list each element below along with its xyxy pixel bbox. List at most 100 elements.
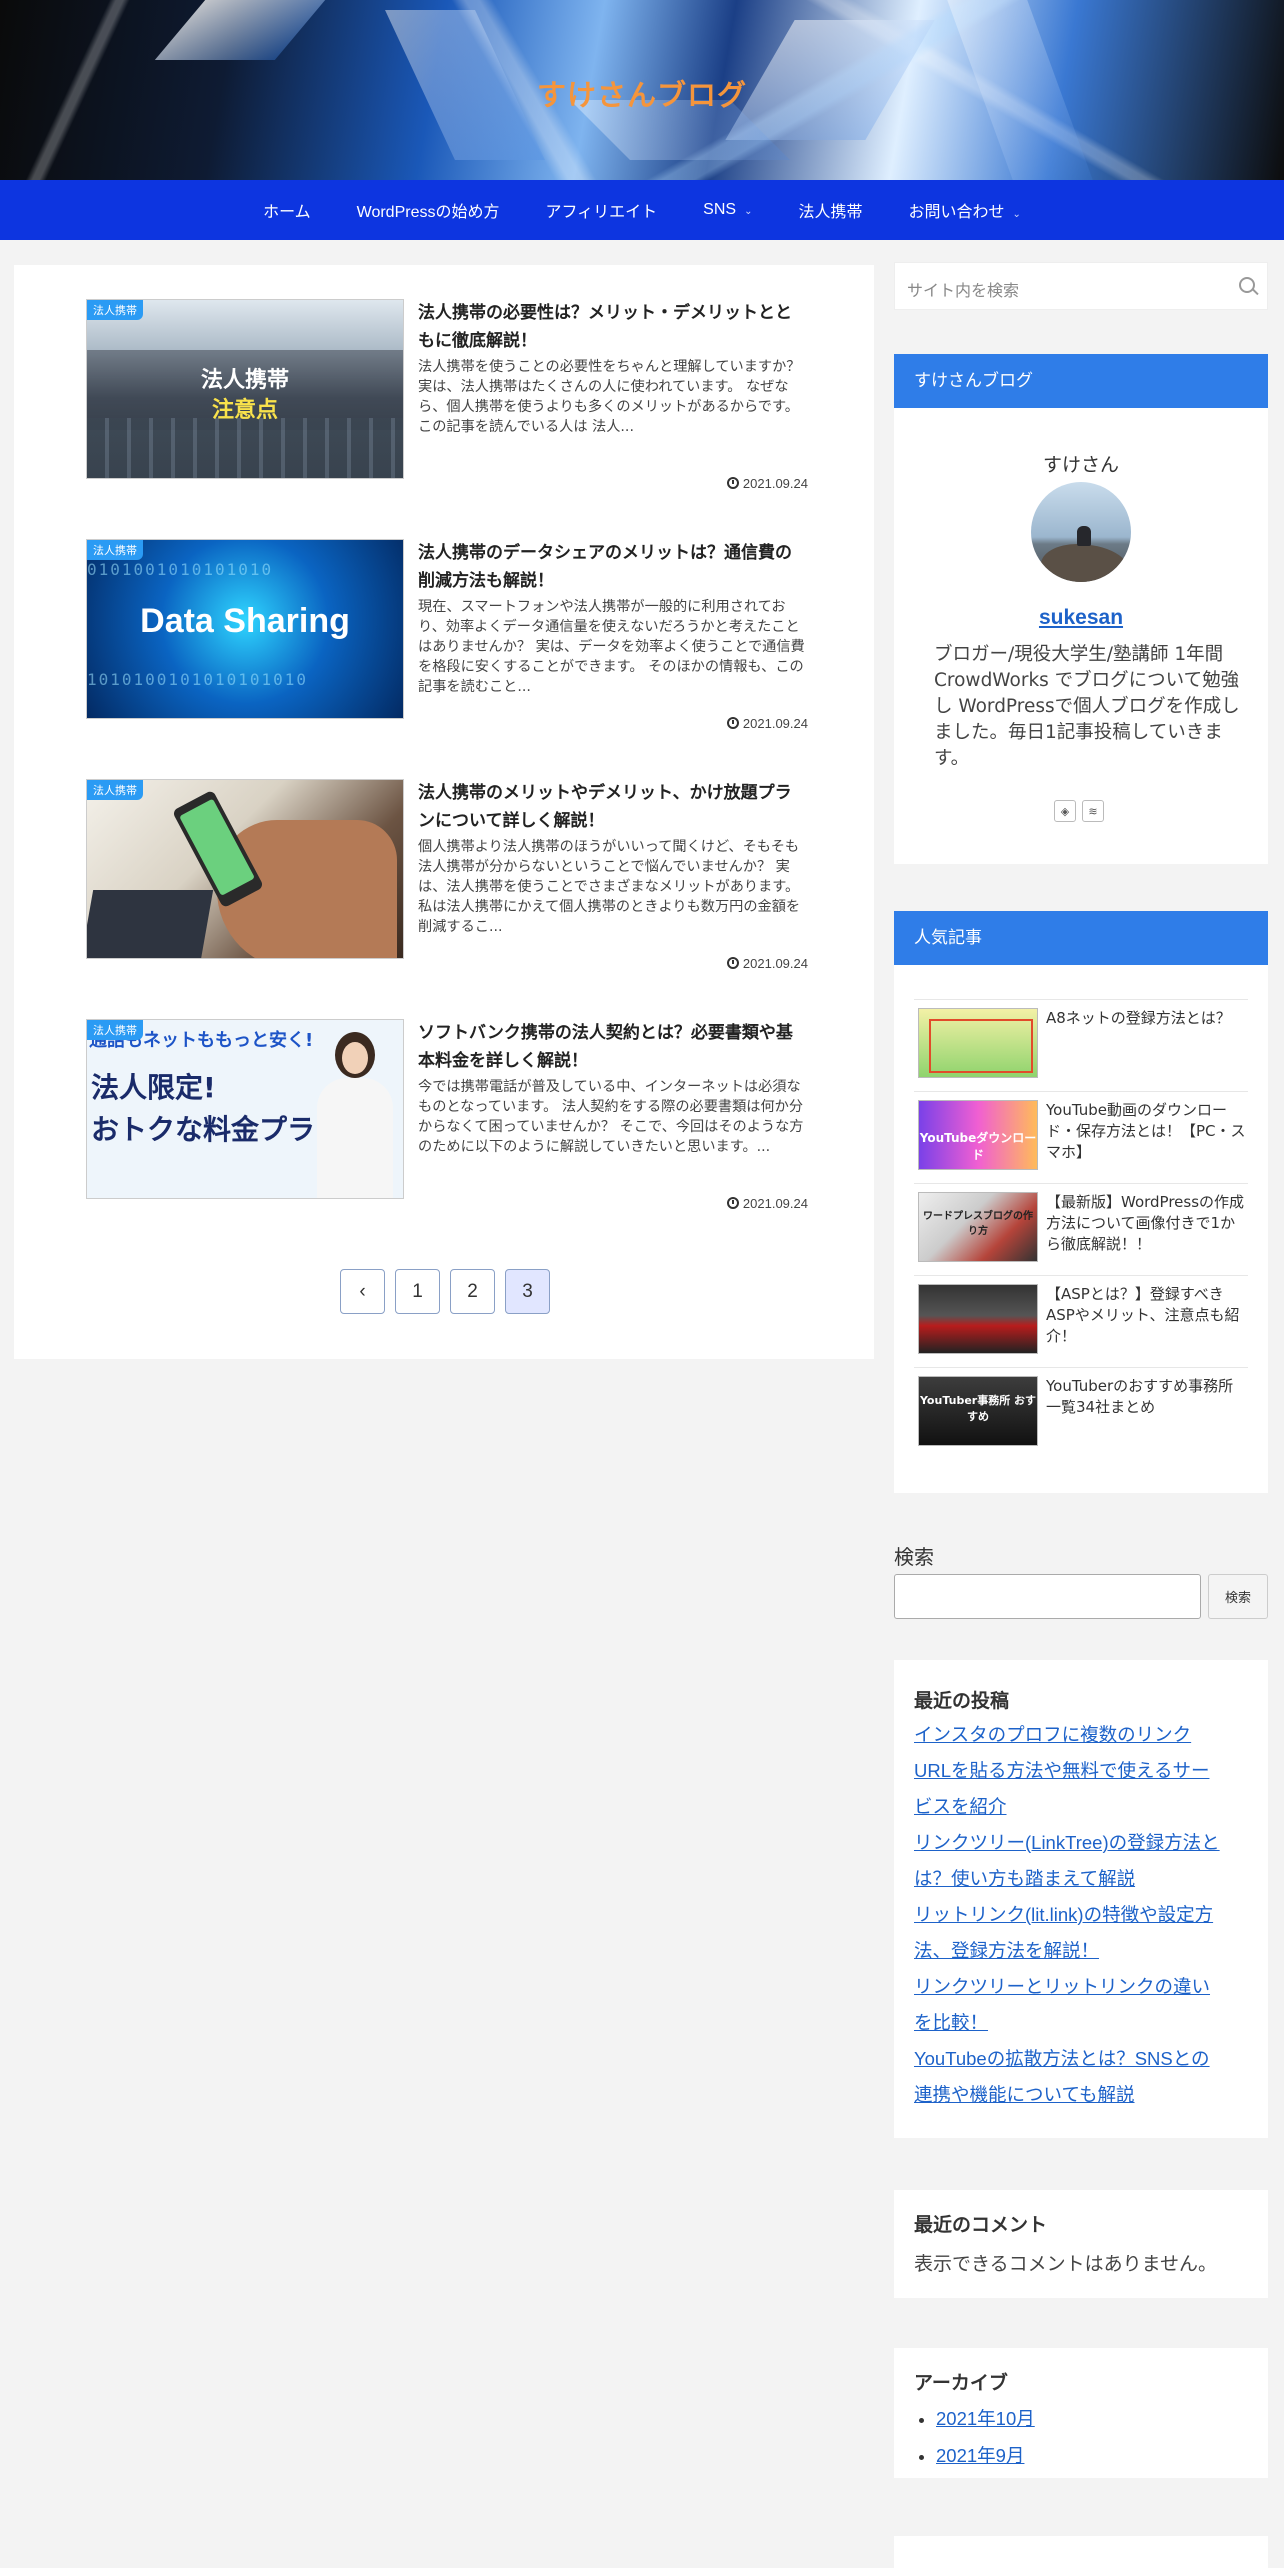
archive-item: 2021年10月 (936, 2401, 1248, 2438)
archive-link[interactable]: 2021年10月 (936, 2408, 1035, 2429)
recent-posts-widget: 最近の投稿 インスタのプロフに複数のリンク URLを貼る方法や無料で使えるサー … (894, 1660, 1268, 2138)
recent-post-link[interactable]: リットリンク(lit.link)の特徴や設定方 (914, 1897, 1248, 1933)
author-link[interactable]: sukesan (894, 606, 1268, 630)
rss-icon[interactable]: ≋ (1082, 800, 1104, 822)
widget-heading: 人気記事 (894, 911, 1268, 965)
nav-item-label: アフィリエイト (545, 204, 658, 221)
article-thumbnail[interactable]: 通話もネットももっと安く! 法人限定! おトクな料金プラン!! 法人携帯 (86, 1019, 404, 1199)
pagination-prev-button[interactable]: ‹ (340, 1269, 385, 1314)
recent-post-link[interactable]: リンクツリーとリットリンクの違い (914, 1969, 1248, 2005)
profile-widget: すけさんブログ すけさん sukesan ブロガー/現役大学生/塾講師 1年間C… (894, 354, 1268, 864)
popular-post-title[interactable]: A8ネットの登録方法とは？ (1046, 1008, 1246, 1029)
recent-post-link[interactable]: URLを貼る方法や無料で使えるサー (914, 1753, 1248, 1789)
recent-post-link[interactable]: は？使い方も踏まえて解説 (914, 1861, 1248, 1897)
nav-item-label: お問い合わせ (908, 204, 1005, 221)
sidebar-search-input[interactable]: サイト内を検索 (894, 262, 1268, 310)
popular-post-item[interactable]: YouTuber事務所 おすすめ YouTuberのおすすめ事務所一覧34社まと… (914, 1367, 1248, 1459)
article-list: 法人携帯 注意点 法人携帯 法人携帯の必要性は？メリット・デメリットとともに徹底… (14, 265, 874, 1359)
thumbnail-text: 法人限定! (91, 1071, 216, 1104)
article-title[interactable]: ソフトバンク携帯の法人契約とは？必要書類や基本料金を詳しく解説！ (418, 1019, 808, 1075)
search-input[interactable] (894, 1574, 1201, 1619)
article-thumbnail[interactable]: 法人携帯 (86, 779, 404, 959)
site-title[interactable]: すけさんブログ (0, 72, 1284, 114)
site-header: すけさんブログ (0, 0, 1284, 180)
popular-post-title[interactable]: YouTube動画のダウンロード・保存方法とは！【PC・スマホ】 (1046, 1100, 1246, 1163)
feedly-icon[interactable]: ◈ (1054, 800, 1076, 822)
nav-item-corporate-phone[interactable]: 法人携帯 (775, 198, 885, 222)
popular-post-thumbnail (918, 1008, 1038, 1078)
popular-post-item[interactable]: ワードプレスブログの作り方 【最新版】WordPressの作成方法について画像付… (914, 1183, 1248, 1275)
recent-post-link[interactable]: YouTubeの拡散方法とは？SNSとの (914, 2041, 1248, 2077)
recent-post-link[interactable]: 法、登録方法を解説！ (914, 1933, 1248, 1969)
article-card[interactable]: 0101001010101010 1010100101010101010 Dat… (86, 539, 816, 739)
article-thumbnail[interactable]: 法人携帯 注意点 法人携帯 (86, 299, 404, 479)
recent-post-link[interactable]: リンクツリー(LinkTree)の登録方法と (914, 1825, 1248, 1861)
popular-post-title[interactable]: YouTuberのおすすめ事務所一覧34社まとめ (1046, 1376, 1246, 1418)
recent-post-link[interactable]: を比較！ (914, 2005, 1248, 2041)
archives-widget: アーカイブ 2021年10月 2021年9月 (894, 2348, 1268, 2478)
article-card[interactable]: 法人携帯 法人携帯のメリットやデメリット、かけ放題プランについて詳しく解説！ 個… (86, 779, 816, 979)
popular-post-item[interactable]: YouTubeダウンロード YouTube動画のダウンロード・保存方法とは！【P… (914, 1091, 1248, 1183)
clock-icon (726, 477, 739, 489)
recent-post-link[interactable]: インスタのプロフに複数のリンク (914, 1717, 1248, 1753)
author-bio: ブロガー/現役大学生/塾講師 1年間CrowdWorks でブログについて勉強し… (934, 644, 1240, 769)
nav-item-label: WordPressの始め方 (356, 204, 500, 221)
category-badge: 法人携帯 (87, 540, 143, 560)
category-badge: 法人携帯 (87, 1020, 143, 1040)
pagination-page-2[interactable]: 2 (450, 1269, 495, 1314)
popular-post-thumbnail: YouTuber事務所 おすすめ (918, 1376, 1038, 1446)
thumbnail-text: Data Sharing (140, 602, 350, 640)
article-snippet: 現在、スマートフォンや法人携帯が一般的に利用されており、効率よくデータ通信量を使… (418, 599, 805, 695)
nav-item-home[interactable]: ホーム (240, 198, 334, 222)
nav-item-label: ホーム (263, 204, 311, 221)
popular-post-thumbnail: ワードプレスブログの作り方 (918, 1192, 1038, 1262)
nav-item-sns[interactable]: SNS ⌄ (680, 201, 775, 219)
pagination: ‹ 1 2 3 (340, 1269, 550, 1314)
pagination-page-3-current[interactable]: 3 (505, 1269, 550, 1314)
nav-item-wordpress[interactable]: WordPressの始め方 (334, 198, 523, 222)
search-icon[interactable] (1239, 277, 1255, 293)
thumbnail-decoration: 1010100101010101010 (87, 670, 309, 689)
pagination-page-1[interactable]: 1 (395, 1269, 440, 1314)
search-button[interactable]: 検索 (1208, 1574, 1268, 1619)
avatar (1031, 482, 1131, 582)
article-date: 2021.09.24 (726, 1196, 808, 1211)
article-title[interactable]: 法人携帯のメリットやデメリット、かけ放題プランについて詳しく解説！ (418, 779, 808, 835)
nav-item-contact[interactable]: お問い合わせ ⌄ (885, 198, 1043, 222)
recent-post-link[interactable]: 連携や機能についても解説 (914, 2077, 1248, 2113)
popular-post-thumbnail (918, 1284, 1038, 1354)
sns-buttons: ◈ ≋ (1054, 800, 1104, 822)
category-badge: 法人携帯 (87, 780, 143, 800)
article-thumbnail[interactable]: 0101001010101010 1010100101010101010 Dat… (86, 539, 404, 719)
article-date: 2021.09.24 (726, 956, 808, 971)
popular-post-title[interactable]: 【ASPとは？】登録すべきASPやメリット、注意点も紹介！ (1046, 1284, 1246, 1347)
article-card[interactable]: 法人携帯 注意点 法人携帯 法人携帯の必要性は？メリット・デメリットとともに徹底… (86, 299, 816, 499)
popular-post-item[interactable]: A8ネットの登録方法とは？ (914, 999, 1248, 1091)
header-decoration (154, 0, 326, 60)
widget-heading: 最近の投稿 (914, 1690, 1010, 1712)
recent-post-link[interactable]: ビスを紹介 (914, 1789, 1248, 1825)
clock-icon (726, 1197, 739, 1209)
article-snippet: 今では携帯電話が普及している中、インターネットは必須なものとなっています。 法人… (418, 1079, 804, 1155)
nav-item-label: SNS (703, 201, 737, 218)
popular-post-item[interactable]: 【ASPとは？】登録すべきASPやメリット、注意点も紹介！ (914, 1275, 1248, 1367)
thumbnail-person (315, 1032, 395, 1198)
article-title[interactable]: 法人携帯の必要性は？メリット・デメリットとともに徹底解説！ (418, 299, 808, 355)
popular-posts-widget: 人気記事 A8ネットの登録方法とは？ YouTubeダウンロード YouTube… (894, 911, 1268, 1493)
thumbnail-decoration: 0101001010101010 (87, 560, 274, 579)
widget-heading: すけさんブログ (894, 354, 1268, 408)
nav-item-affiliate[interactable]: アフィリエイト (522, 198, 680, 222)
recent-comments-widget: 最近のコメント 表示できるコメントはありません。 (894, 2190, 1268, 2298)
next-widget-partial (894, 2536, 1268, 2568)
article-snippet: 法人携帯を使うことの必要性をちゃんと理解していますか？ 実は、法人携帯はたくさん… (418, 359, 801, 435)
article-card[interactable]: 通話もネットももっと安く! 法人限定! おトクな料金プラン!! 法人携帯 ソフト… (86, 1019, 816, 1219)
popular-post-title[interactable]: 【最新版】WordPressの作成方法について画像付きで1から徹底解説！！ (1046, 1192, 1246, 1255)
chevron-down-icon: ⌄ (744, 206, 753, 217)
category-badge: 法人携帯 (87, 300, 143, 320)
thumbnail-text: ワードプレスブログの作り方 (923, 1211, 1033, 1237)
thumbnail-buildings (87, 418, 403, 478)
clock-icon (726, 717, 739, 729)
article-title[interactable]: 法人携帯のデータシェアのメリットは？通信費の削減方法も解説！ (418, 539, 808, 595)
author-name: すけさん (1042, 454, 1119, 476)
archive-link[interactable]: 2021年9月 (936, 2445, 1024, 2466)
